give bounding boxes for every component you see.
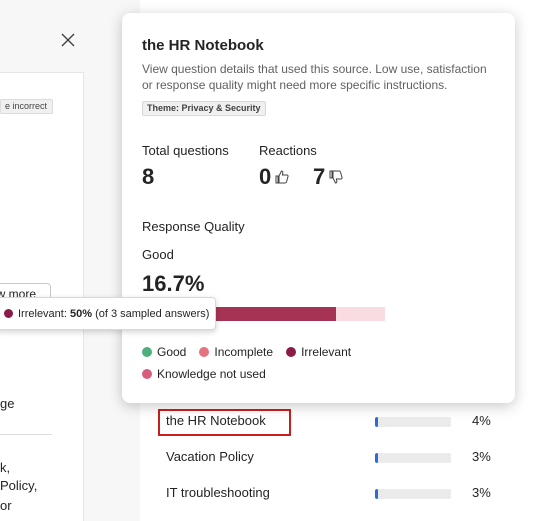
quality-percent: 16.7%	[142, 271, 205, 296]
legend-item: Good	[142, 345, 186, 359]
response-quality-label: Response Quality	[142, 219, 245, 234]
source-usage-fill	[375, 417, 379, 427]
thumbs-down-icon	[329, 170, 343, 184]
source-name[interactable]: IT troubleshooting	[166, 485, 270, 500]
tooltip-detail: (of 3 sampled answers)	[95, 307, 210, 320]
source-usage-fill	[375, 453, 379, 463]
left-divider	[0, 434, 52, 435]
close-icon[interactable]	[58, 30, 78, 50]
quality-tooltip: Irrelevant: 50% (of 3 sampled answers)	[0, 297, 216, 330]
source-usage-bar	[375, 489, 451, 499]
irrelevant-dot	[4, 309, 13, 318]
left-text-fragment: Policy,	[0, 478, 38, 493]
source-percent: 3%	[472, 485, 491, 500]
total-questions-value: 8	[142, 164, 155, 189]
quality-legend: Good Incomplete Irrelevant Knowledge not us…	[142, 345, 442, 389]
source-usage-bar	[375, 453, 451, 463]
legend-item: Knowledge not used	[142, 367, 266, 381]
legend-item: Incomplete	[199, 345, 273, 359]
legend-swatch	[286, 347, 297, 357]
left-text-fragment: k,	[0, 460, 11, 475]
tooltip-label: Irrelevant:	[18, 307, 67, 320]
source-usage-bar	[375, 417, 451, 427]
reactions-label: Reactions	[259, 143, 317, 158]
source-name[interactable]: Vacation Policy	[166, 449, 254, 464]
legend-label: Incomplete	[214, 345, 274, 359]
source-row[interactable]: Vacation Policy 3%	[158, 445, 498, 471]
incorrect-tag: e incorrect	[0, 99, 53, 114]
legend-swatch	[142, 369, 152, 379]
total-questions-label: Total questions	[142, 143, 229, 158]
source-percent: 4%	[472, 413, 491, 428]
tooltip-value: 50%	[69, 307, 93, 320]
quality-category: Good	[142, 247, 174, 262]
source-usage-fill	[375, 489, 379, 499]
legend-label: Knowledge not used	[157, 367, 266, 381]
thumbs-up-reaction: 0	[259, 165, 290, 189]
source-highlight-box	[158, 409, 291, 436]
thumbs-up-count: 0	[259, 164, 272, 189]
left-text-fragment: or	[0, 498, 12, 513]
card-title: the HR Notebook	[142, 37, 264, 54]
legend-swatch	[142, 347, 152, 357]
left-text-fragment: ge	[0, 396, 15, 411]
legend-label: Good	[157, 345, 187, 359]
legend-label: Irrelevant	[301, 345, 352, 359]
source-row[interactable]: IT troubleshooting 3%	[158, 481, 498, 507]
legend-item: Irrelevant	[286, 345, 351, 359]
legend-swatch	[199, 347, 210, 357]
quality-segment-knowledge-not-used[interactable]	[336, 307, 385, 321]
thumbs-down-reaction: 7	[313, 165, 344, 189]
thumbs-up-icon	[275, 170, 289, 184]
theme-badge: Theme: Privacy & Security	[142, 101, 266, 116]
card-description: View question details that used this sou…	[142, 62, 487, 92]
thumbs-down-count: 7	[313, 164, 326, 189]
source-details-card: the HR Notebook View question details th…	[122, 13, 515, 403]
source-percent: 3%	[472, 449, 491, 464]
